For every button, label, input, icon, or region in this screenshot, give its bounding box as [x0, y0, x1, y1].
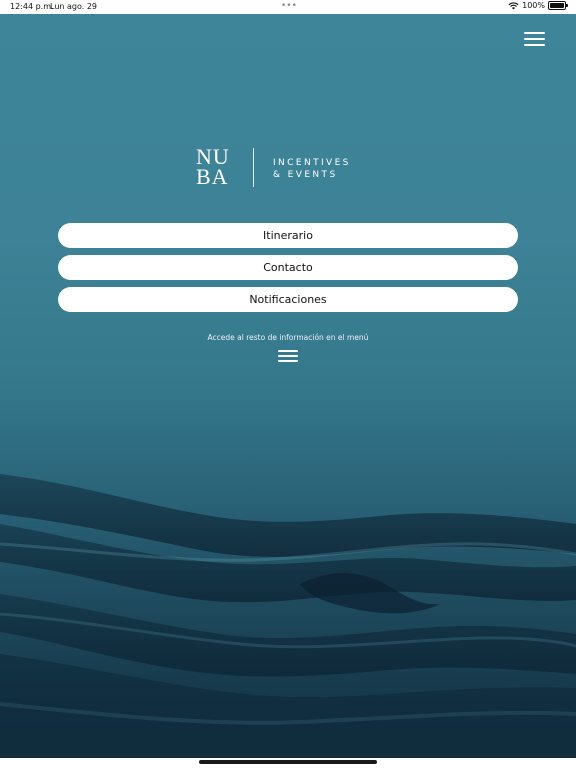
battery-icon [548, 1, 568, 10]
notificaciones-button[interactable]: Notificaciones [58, 287, 518, 312]
status-right: 100% [508, 1, 568, 10]
ocean-background [0, 474, 576, 758]
multitasking-dots-icon[interactable]: ••• [281, 1, 297, 11]
home-indicator[interactable] [199, 760, 377, 764]
menu-hint-text: Accede al resto de información en el men… [207, 333, 369, 342]
logo-divider [253, 148, 254, 187]
app-screen: NU BA INCENTIVES & EVENTS Itinerario Con… [0, 14, 576, 758]
hamburger-menu-icon[interactable] [524, 30, 545, 46]
nuba-logo: NU BA INCENTIVES & EVENTS [196, 144, 366, 191]
status-date: Lun ago. 29 [50, 2, 97, 11]
status-time: 12:44 p.m. [10, 2, 54, 11]
logo-wordmark: NU BA [196, 144, 230, 189]
itinerario-button[interactable]: Itinerario [58, 223, 518, 248]
status-bar: 12:44 p.m. Lun ago. 29 ••• 100% [0, 0, 576, 14]
hamburger-menu-icon-center[interactable] [278, 349, 298, 363]
wifi-icon [508, 1, 519, 10]
logo-tagline: INCENTIVES & EVENTS [273, 158, 351, 180]
battery-percent: 100% [522, 1, 545, 10]
contacto-button[interactable]: Contacto [58, 255, 518, 280]
